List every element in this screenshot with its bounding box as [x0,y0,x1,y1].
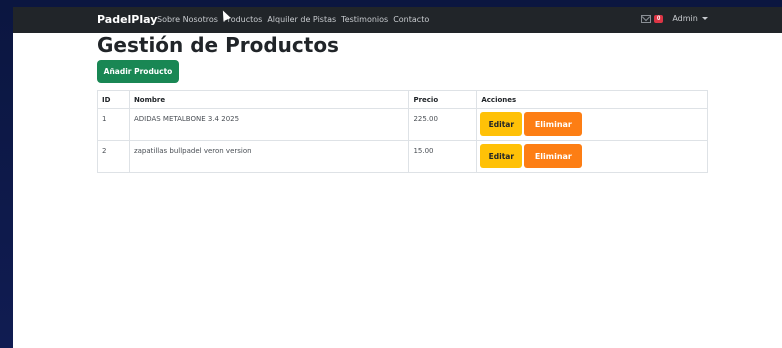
admin-label: Admin [672,14,698,23]
delete-button[interactable]: Eliminar [524,144,583,168]
navbar: PadelPlay Sobre Nosotros Productos Alqui… [13,7,782,33]
cell-actions: Editar Eliminar [476,140,708,173]
browser-viewport: PadelPlay Sobre Nosotros Productos Alqui… [13,7,782,348]
nav-link-contacto[interactable]: Contacto [393,15,429,24]
admin-dropdown[interactable]: Admin [672,14,708,23]
column-header-name: Nombre [128,90,410,109]
table-row: 1 ADIDAS METALBONE 3.4 2025 225.00 Edita… [97,108,708,141]
nav-link-testimonios[interactable]: Testimonios [341,15,388,24]
page-title: Gestión de Productos [97,33,339,57]
edit-button[interactable]: Editar [480,112,523,136]
column-header-price: Precio [408,90,478,109]
notification-badge[interactable]: 0 [654,14,664,23]
add-product-button[interactable]: Añadir Producto [97,60,179,83]
nav-link-alquiler-pistas[interactable]: Alquiler de Pistas [267,15,336,24]
delete-button[interactable]: Eliminar [524,112,583,136]
cell-id: 1 [97,108,130,141]
brand-logo[interactable]: PadelPlay [97,13,157,26]
cell-price: 15.00 [408,140,478,173]
caret-down-icon [701,17,708,20]
table-header-row: ID Nombre Precio Acciones [97,90,708,109]
column-header-id: ID [97,90,130,109]
nav-link-sobre-nosotros[interactable]: Sobre Nosotros [157,15,218,24]
cell-actions: Editar Eliminar [476,108,708,141]
nav-links: Sobre Nosotros Productos Alquiler de Pis… [157,15,434,24]
edit-button[interactable]: Editar [480,144,523,168]
cell-name: ADIDAS METALBONE 3.4 2025 [128,108,410,141]
table-row: 2 zapatillas bullpadel veron version 15.… [97,140,708,173]
cell-id: 2 [97,140,130,173]
cell-name: zapatillas bullpadel veron version [128,140,410,173]
cell-price: 225.00 [408,108,478,141]
mail-icon[interactable] [641,14,651,23]
column-header-actions: Acciones [476,90,708,109]
nav-right: 0 Admin [641,14,708,23]
products-table: ID Nombre Precio Acciones 1 ADIDAS METAL… [97,90,708,173]
